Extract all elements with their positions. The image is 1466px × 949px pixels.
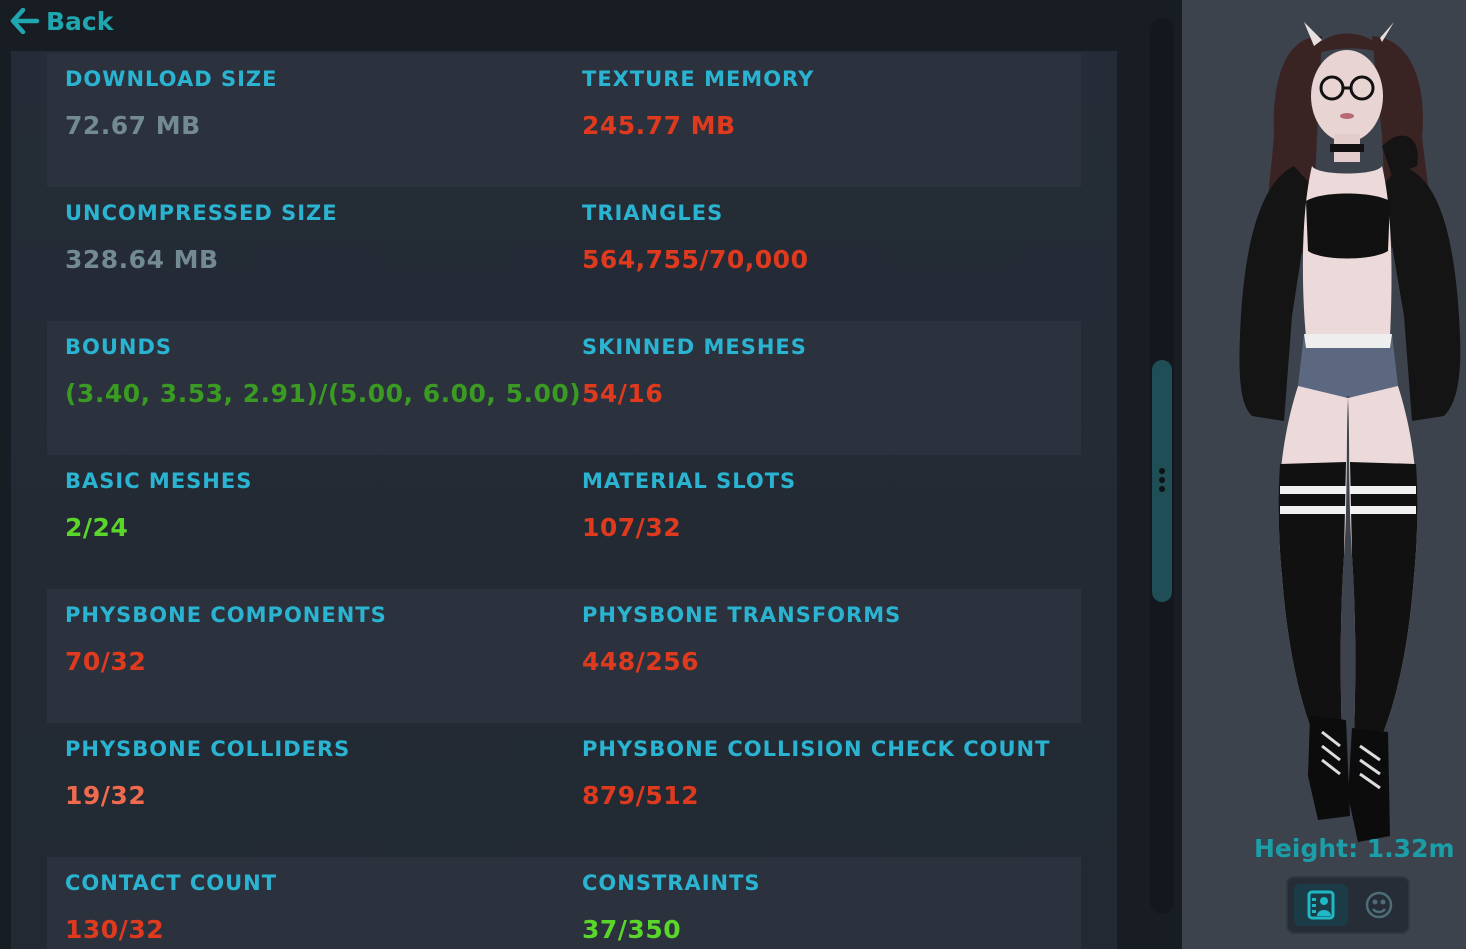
arrow-left-icon bbox=[10, 8, 40, 34]
stat-label: PHYSBONE TRANSFORMS bbox=[582, 603, 902, 627]
avatar-card-icon bbox=[1307, 890, 1335, 920]
stat-label: CONSTRAINTS bbox=[582, 871, 761, 895]
avatar-mask-icon bbox=[1365, 891, 1393, 919]
stat-value: 72.67 MB bbox=[65, 111, 201, 140]
stat-value: 70/32 bbox=[65, 647, 147, 676]
stat-item: PHYSBONE TRANSFORMS 448/256 bbox=[582, 589, 1082, 723]
stat-item: SKINNED MESHES 54/16 bbox=[582, 321, 1082, 455]
top-bar: Back bbox=[0, 0, 1182, 50]
stat-item: BOUNDS (3.40, 3.53, 2.91)/(5.00, 6.00, 5.… bbox=[65, 321, 581, 455]
stat-item: TEXTURE MEMORY 245.77 MB bbox=[582, 53, 1082, 187]
stat-value: 448/256 bbox=[582, 647, 700, 676]
stat-item: DOWNLOAD SIZE 72.67 MB bbox=[65, 53, 565, 187]
stat-value: 19/32 bbox=[65, 781, 147, 810]
stat-item: PHYSBONE COLLIDERS 19/32 bbox=[65, 723, 565, 857]
stat-value: 130/32 bbox=[65, 915, 165, 944]
back-label: Back bbox=[46, 6, 114, 36]
stat-value: 245.77 MB bbox=[582, 111, 736, 140]
stat-value: (3.40, 3.53, 2.91)/(5.00, 6.00, 5.00) bbox=[65, 379, 582, 408]
stat-row: CONTACT COUNT 130/32 CONSTRAINTS 37/350 bbox=[47, 857, 1081, 949]
stat-item: PHYSBONE COMPONENTS 70/32 bbox=[65, 589, 565, 723]
avatar-mask-view-button[interactable] bbox=[1352, 884, 1406, 926]
back-button[interactable]: Back bbox=[10, 4, 113, 38]
stat-label: BASIC MESHES bbox=[65, 469, 253, 493]
stat-value: 107/32 bbox=[582, 513, 682, 542]
stat-item: PHYSBONE COLLISION CHECK COUNT 879/512 bbox=[582, 723, 1082, 857]
stat-row: BASIC MESHES 2/24 MATERIAL SLOTS 107/32 bbox=[47, 455, 1081, 589]
stat-label: TEXTURE MEMORY bbox=[582, 67, 815, 91]
stat-label: SKINNED MESHES bbox=[582, 335, 807, 359]
stat-row: DOWNLOAD SIZE 72.67 MB TEXTURE MEMORY 245.7… bbox=[47, 53, 1081, 187]
avatar-height-label: Height: 1.32m bbox=[1254, 834, 1455, 863]
stat-value: 54/16 bbox=[582, 379, 664, 408]
view-mode-toggle bbox=[1286, 876, 1410, 934]
stat-item: BASIC MESHES 2/24 bbox=[65, 455, 565, 589]
stat-item: CONTACT COUNT 130/32 bbox=[65, 857, 565, 949]
stat-row: BOUNDS (3.40, 3.53, 2.91)/(5.00, 6.00, 5.… bbox=[47, 321, 1081, 455]
stat-value: 328.64 MB bbox=[65, 245, 219, 274]
scrollbar-grip-icon bbox=[1158, 468, 1166, 496]
avatar-card-view-button[interactable] bbox=[1294, 884, 1348, 926]
stat-label: UNCOMPRESSED SIZE bbox=[65, 201, 338, 225]
stat-value: 37/350 bbox=[582, 915, 682, 944]
stat-item: UNCOMPRESSED SIZE 328.64 MB bbox=[65, 187, 565, 321]
stat-row: PHYSBONE COLLIDERS 19/32 PHYSBONE COLLISIO… bbox=[47, 723, 1081, 857]
stat-item: TRIANGLES 564,755/70,000 bbox=[582, 187, 1082, 321]
stat-row: UNCOMPRESSED SIZE 328.64 MB TRIANGLES 564,7… bbox=[47, 187, 1081, 321]
stat-value: 564,755/70,000 bbox=[582, 245, 809, 274]
avatar-preview-panel: Height: 1.32m bbox=[1182, 0, 1466, 949]
stats-panel: Back DOWNLOAD SIZE 72.67 MB TEXTURE MEMORY… bbox=[0, 0, 1182, 949]
stat-label: MATERIAL SLOTS bbox=[582, 469, 797, 493]
performance-stats-list[interactable]: DOWNLOAD SIZE 72.67 MB TEXTURE MEMORY 245.7… bbox=[11, 51, 1117, 949]
stat-row: PHYSBONE COMPONENTS 70/32 PHYSBONE TRANSFO… bbox=[47, 589, 1081, 723]
stat-label: BOUNDS bbox=[65, 335, 173, 359]
avatar-stats-screen: Back DOWNLOAD SIZE 72.67 MB TEXTURE MEMORY… bbox=[0, 0, 1466, 949]
stat-item: CONSTRAINTS 37/350 bbox=[582, 857, 1082, 949]
stat-value: 879/512 bbox=[582, 781, 700, 810]
stat-label: PHYSBONE COMPONENTS bbox=[65, 603, 387, 627]
stat-label: PHYSBONE COLLISION CHECK COUNT bbox=[582, 737, 1051, 761]
stat-item: MATERIAL SLOTS 107/32 bbox=[582, 455, 1082, 589]
stat-label: CONTACT COUNT bbox=[65, 871, 278, 895]
stat-label: PHYSBONE COLLIDERS bbox=[65, 737, 351, 761]
stat-label: DOWNLOAD SIZE bbox=[65, 67, 278, 91]
stat-value: 2/24 bbox=[65, 513, 129, 542]
avatar-preview-figure[interactable] bbox=[1222, 16, 1462, 846]
stat-label: TRIANGLES bbox=[582, 201, 724, 225]
